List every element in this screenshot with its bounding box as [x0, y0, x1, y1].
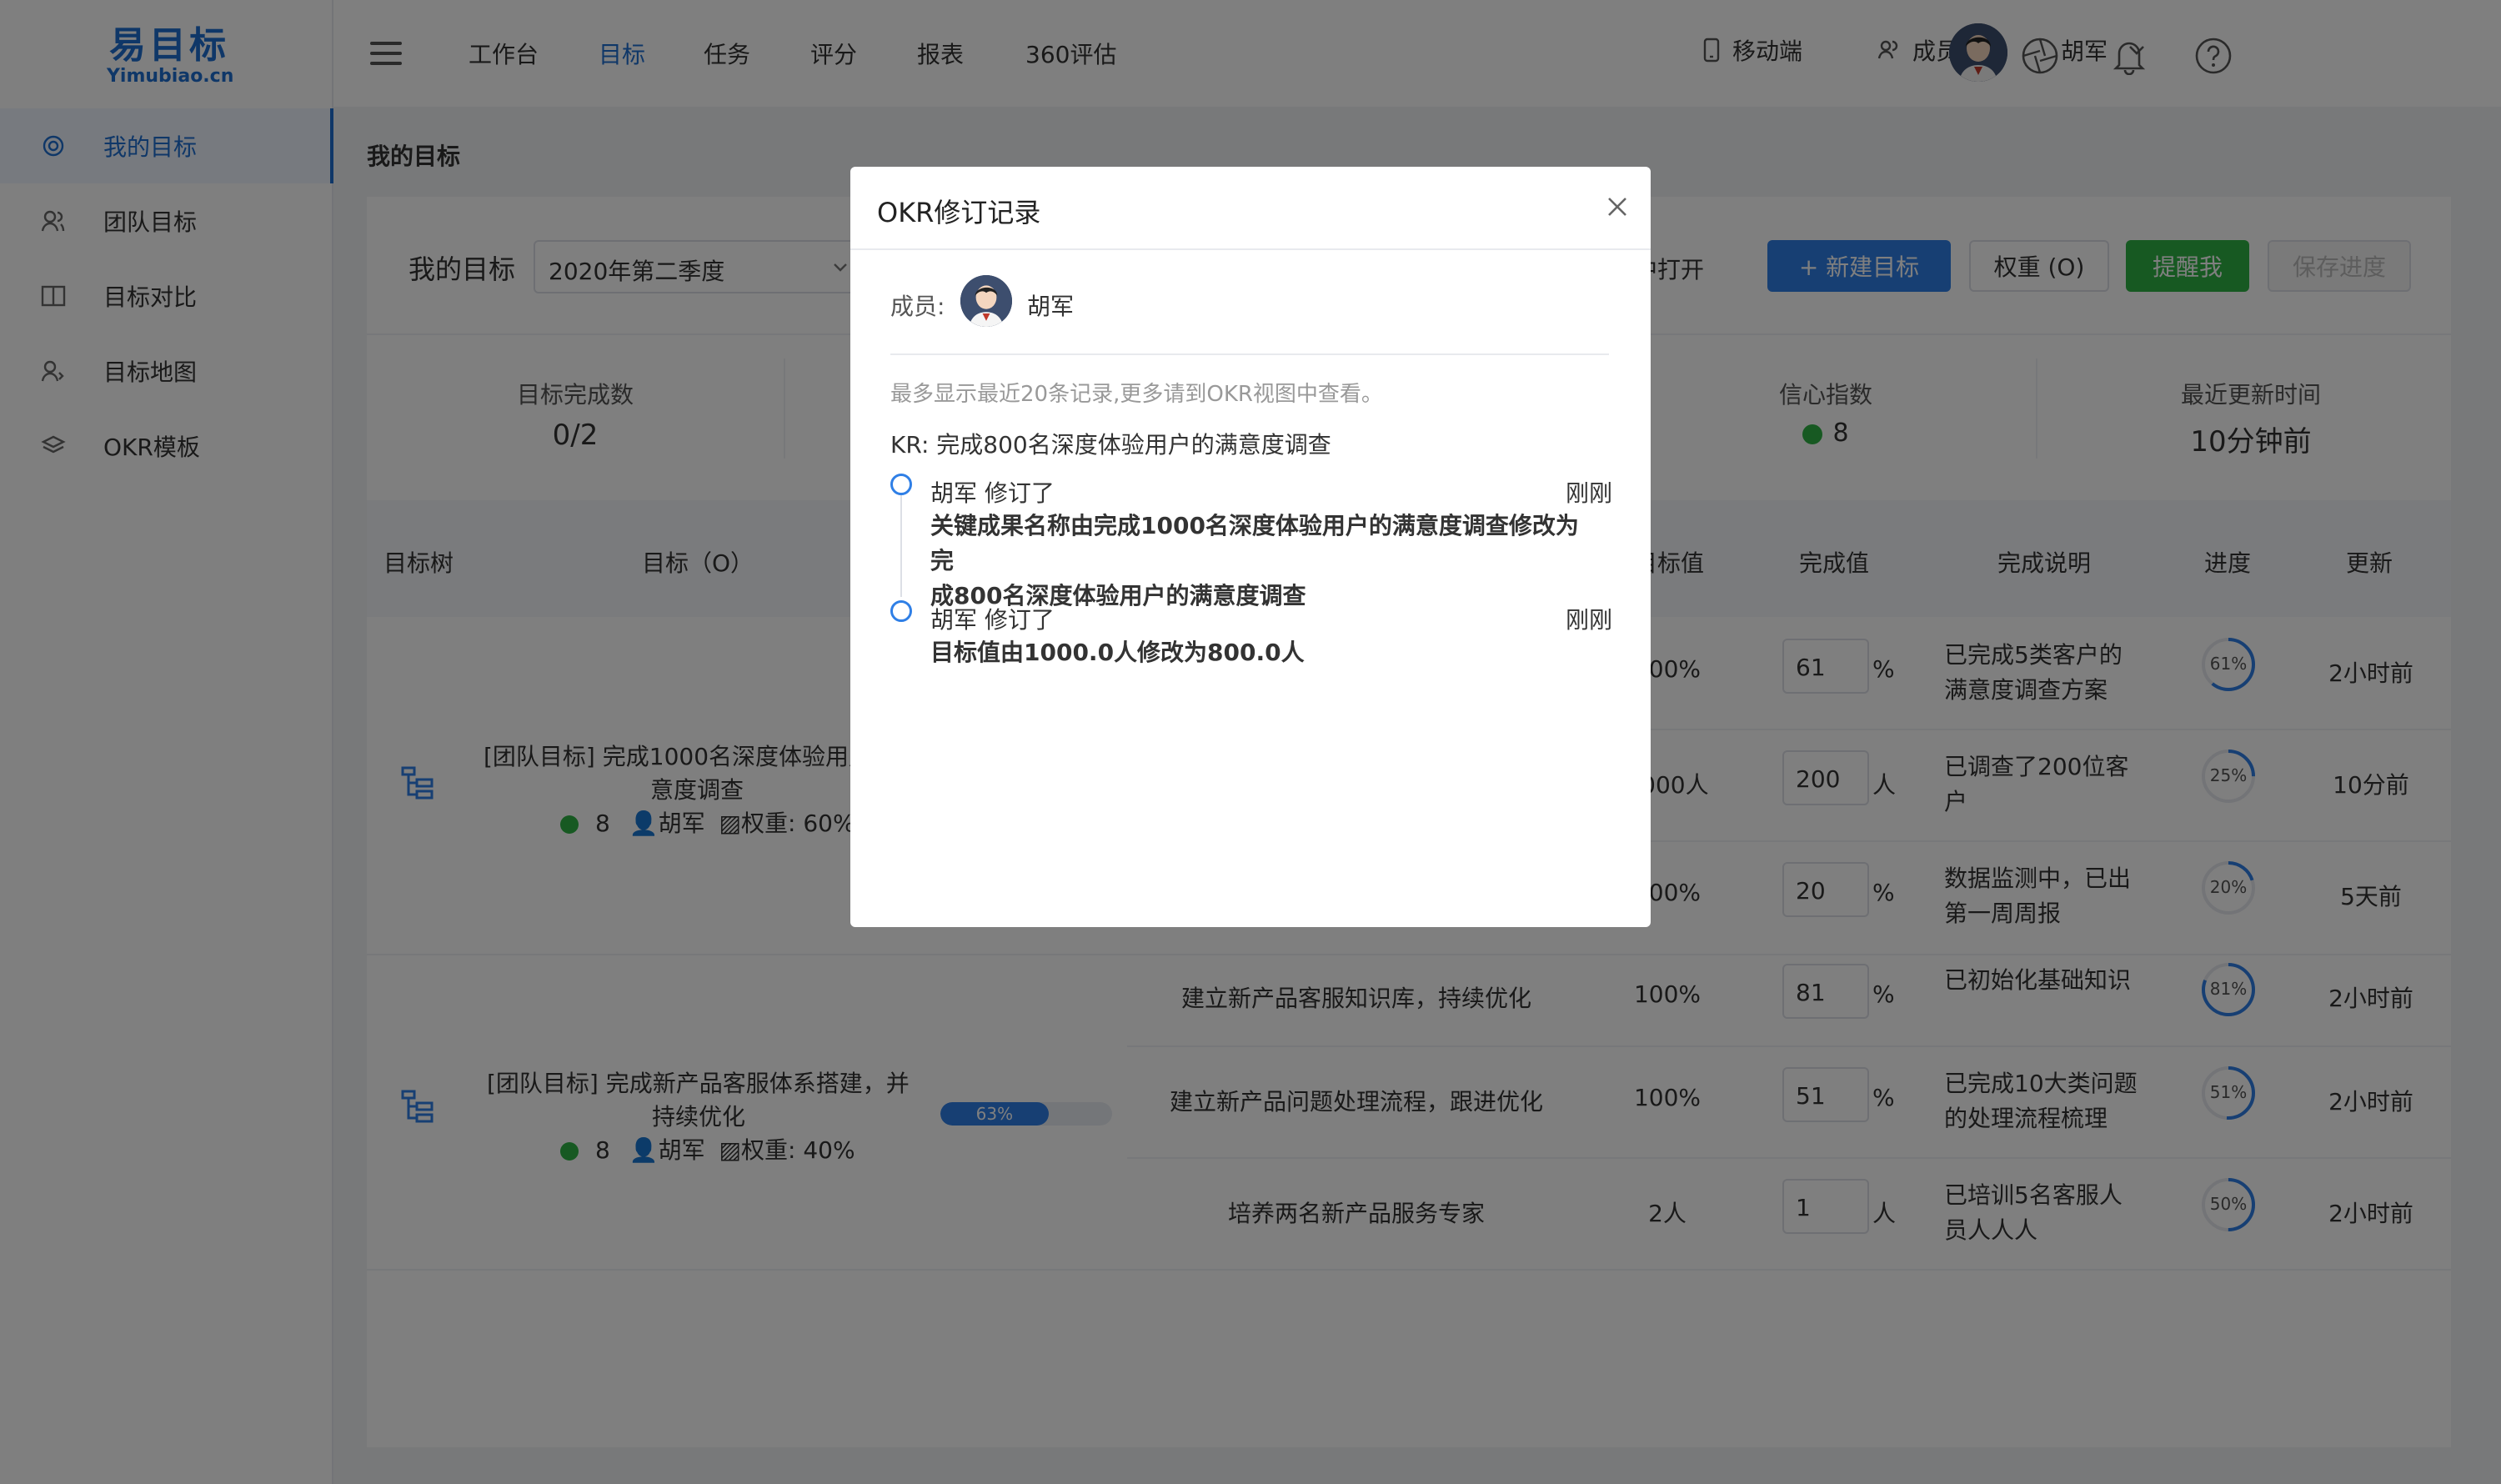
- timeline-line: [900, 484, 902, 597]
- okr-revision-modal: OKR修订记录 成员: 胡军 最多显示最近20条记录,更多请到OKR视图中查看。…: [850, 167, 1651, 927]
- revision-author: 胡军 修订了: [930, 606, 1055, 634]
- revision-desc: 目标值由1000.0人修改为800.0人: [930, 635, 1597, 670]
- revision-desc-line: 关键成果名称由完成1000名深度体验用户的满意度调查修改为完: [930, 512, 1579, 574]
- revision-time: 刚刚: [1565, 479, 1612, 507]
- close-icon[interactable]: [1601, 190, 1634, 223]
- revision-desc: 关键成果名称由完成1000名深度体验用户的满意度调查修改为完 成800名深度体验…: [930, 509, 1597, 614]
- record-limit-hint: 最多显示最近20条记录,更多请到OKR视图中查看。: [890, 382, 1383, 407]
- timeline-dot: [890, 474, 912, 495]
- timeline-dot: [890, 600, 912, 622]
- member-name: 胡军: [1027, 293, 1075, 320]
- revision-time: 刚刚: [1565, 606, 1612, 634]
- modal-header: OKR修订记录: [850, 167, 1651, 250]
- member-row: 成员: 胡军: [890, 275, 1609, 355]
- modal-title: OKR修订记录: [877, 197, 1041, 228]
- revision-desc-line: 目标值由1000.0人修改为800.0人: [930, 639, 1305, 666]
- revision-author: 胡军 修订了: [930, 479, 1055, 507]
- member-avatar: [960, 275, 1012, 327]
- member-label: 成员:: [890, 293, 945, 320]
- kr-title: KR: 完成800名深度体验用户的满意度调查: [890, 431, 1331, 459]
